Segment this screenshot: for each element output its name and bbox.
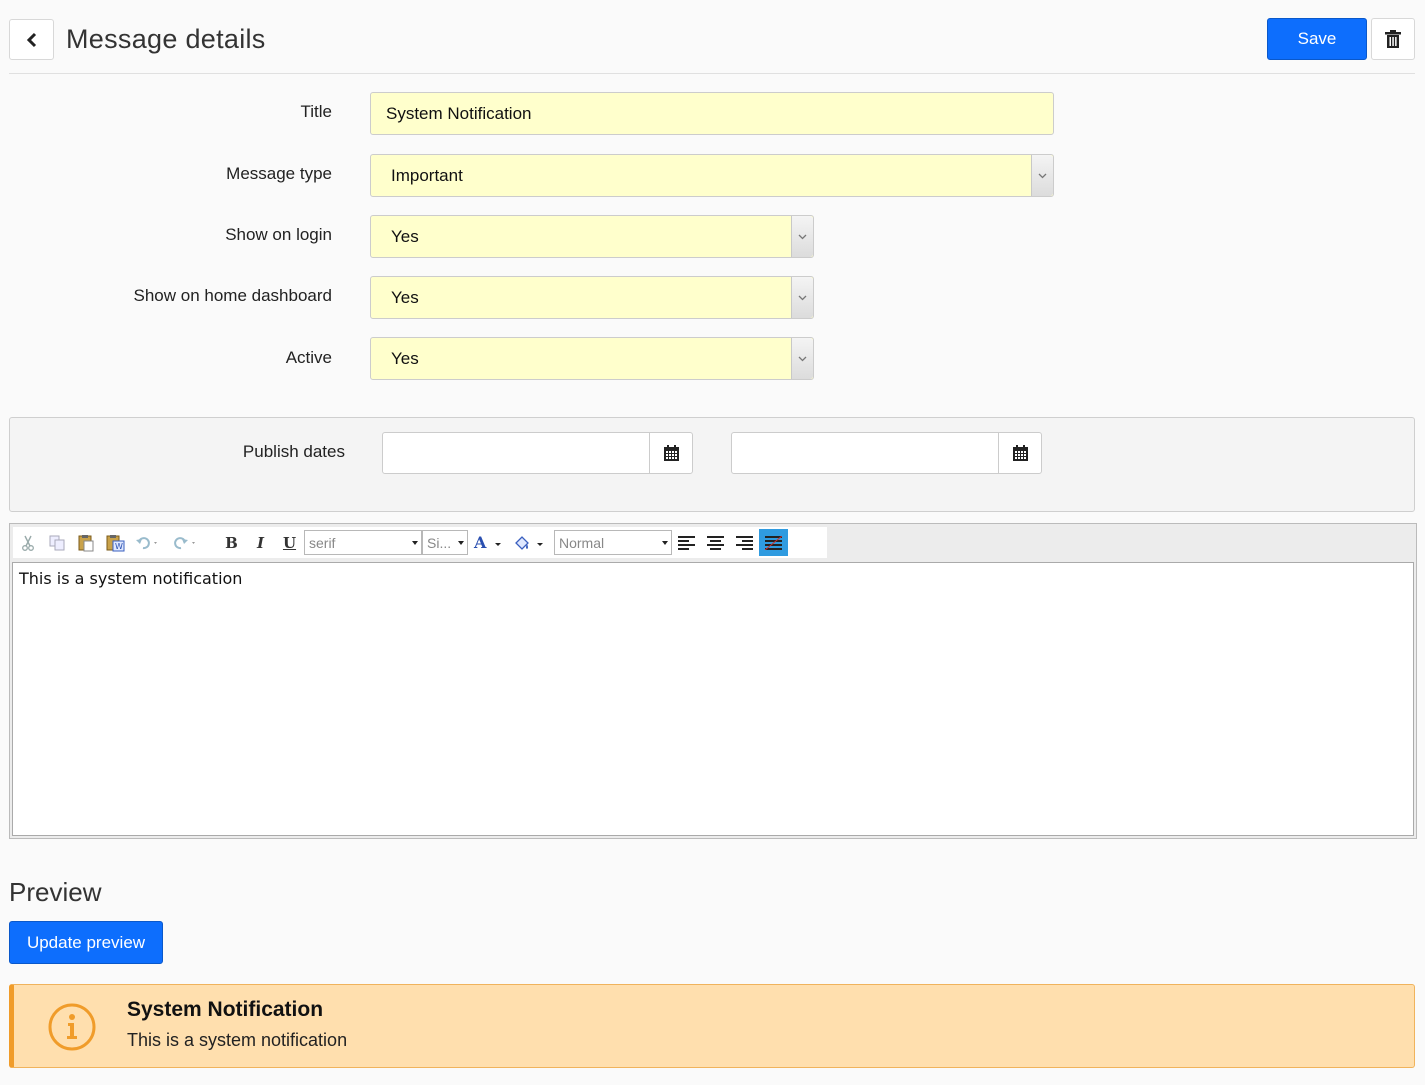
message-type-select[interactable]: Important: [370, 154, 1054, 197]
update-preview-button[interactable]: Update preview: [9, 921, 163, 964]
active-select[interactable]: Yes: [370, 337, 814, 380]
notification-text: This is a system notification: [127, 1030, 348, 1050]
rich-text-editor: W B I U serif Si... A Normal This is a s…: [9, 523, 1417, 839]
message-type-label: Message type: [226, 164, 332, 183]
show-on-home-dashboard-label: Show on home dashboard: [133, 286, 332, 305]
caret-down-icon: [458, 541, 464, 545]
message-type-value: Important: [391, 165, 463, 185]
save-button[interactable]: Save: [1267, 18, 1367, 60]
active-value: Yes: [391, 348, 419, 368]
show-on-login-value: Yes: [391, 226, 419, 246]
calendar-icon: [1012, 444, 1028, 461]
editor-content-area[interactable]: This is a system notification: [12, 562, 1414, 836]
font-size-value: Si...: [427, 534, 452, 551]
redo-icon[interactable]: [167, 529, 205, 556]
page-header: Message details Save: [9, 18, 1415, 74]
paragraph-format-select[interactable]: Normal: [554, 530, 672, 555]
chevron-down-icon[interactable]: [791, 216, 813, 257]
show-on-home-dashboard-value: Yes: [391, 287, 419, 307]
publish-end-date-input[interactable]: [731, 432, 999, 474]
active-label: Active: [285, 348, 332, 367]
publish-end-calendar-button[interactable]: [998, 432, 1042, 474]
delete-button[interactable]: [1371, 18, 1415, 60]
title-input[interactable]: System Notification: [370, 92, 1054, 135]
back-button[interactable]: [9, 19, 54, 60]
align-right-icon[interactable]: [730, 529, 759, 556]
background-color-icon[interactable]: [508, 529, 550, 556]
text-color-icon[interactable]: A: [468, 529, 508, 556]
preview-heading: Preview: [9, 877, 102, 907]
title-input-value: System Notification: [386, 103, 532, 123]
calendar-icon: [663, 444, 679, 461]
notification-preview: System Notification This is a system not…: [9, 984, 1415, 1068]
align-justify-icon[interactable]: [759, 529, 788, 556]
info-icon: [48, 1003, 96, 1051]
svg-text:W: W: [115, 542, 123, 551]
align-left-icon[interactable]: [672, 529, 701, 556]
chevron-down-icon[interactable]: [791, 338, 813, 379]
publish-start-date-input[interactable]: [382, 432, 650, 474]
font-family-select[interactable]: serif: [304, 530, 422, 555]
publish-start-calendar-button[interactable]: [649, 432, 693, 474]
chevron-down-icon[interactable]: [1031, 155, 1053, 196]
font-family-value: serif: [309, 534, 336, 551]
svg-text:A: A: [473, 534, 487, 552]
bold-icon[interactable]: B: [217, 529, 246, 556]
underline-icon[interactable]: U: [275, 529, 304, 556]
chevron-left-icon: [26, 32, 36, 47]
caret-down-icon: [412, 541, 418, 545]
show-on-login-label: Show on login: [225, 225, 332, 244]
show-on-login-select[interactable]: Yes: [370, 215, 814, 258]
trash-icon: [1385, 29, 1401, 48]
paste-from-word-icon[interactable]: W: [100, 529, 129, 556]
title-label: Title: [300, 102, 333, 121]
copy-icon[interactable]: [42, 529, 71, 556]
align-center-icon[interactable]: [701, 529, 730, 556]
font-size-select[interactable]: Si...: [422, 530, 468, 555]
page-title: Message details: [66, 24, 266, 54]
undo-icon[interactable]: [129, 529, 167, 556]
paste-icon[interactable]: [71, 529, 100, 556]
publish-dates-panel: Publish dates: [9, 417, 1415, 512]
show-on-home-dashboard-select[interactable]: Yes: [370, 276, 814, 319]
caret-down-icon: [662, 541, 668, 545]
notification-title: System Notification: [127, 998, 324, 1021]
toolbar-separator: [205, 529, 217, 556]
publish-dates-label: Publish dates: [242, 442, 345, 461]
editor-toolbar: W B I U serif Si... A Normal: [13, 527, 827, 558]
cut-icon[interactable]: [13, 529, 42, 556]
paragraph-format-value: Normal: [559, 534, 605, 551]
chevron-down-icon[interactable]: [791, 277, 813, 318]
italic-icon[interactable]: I: [246, 529, 275, 556]
